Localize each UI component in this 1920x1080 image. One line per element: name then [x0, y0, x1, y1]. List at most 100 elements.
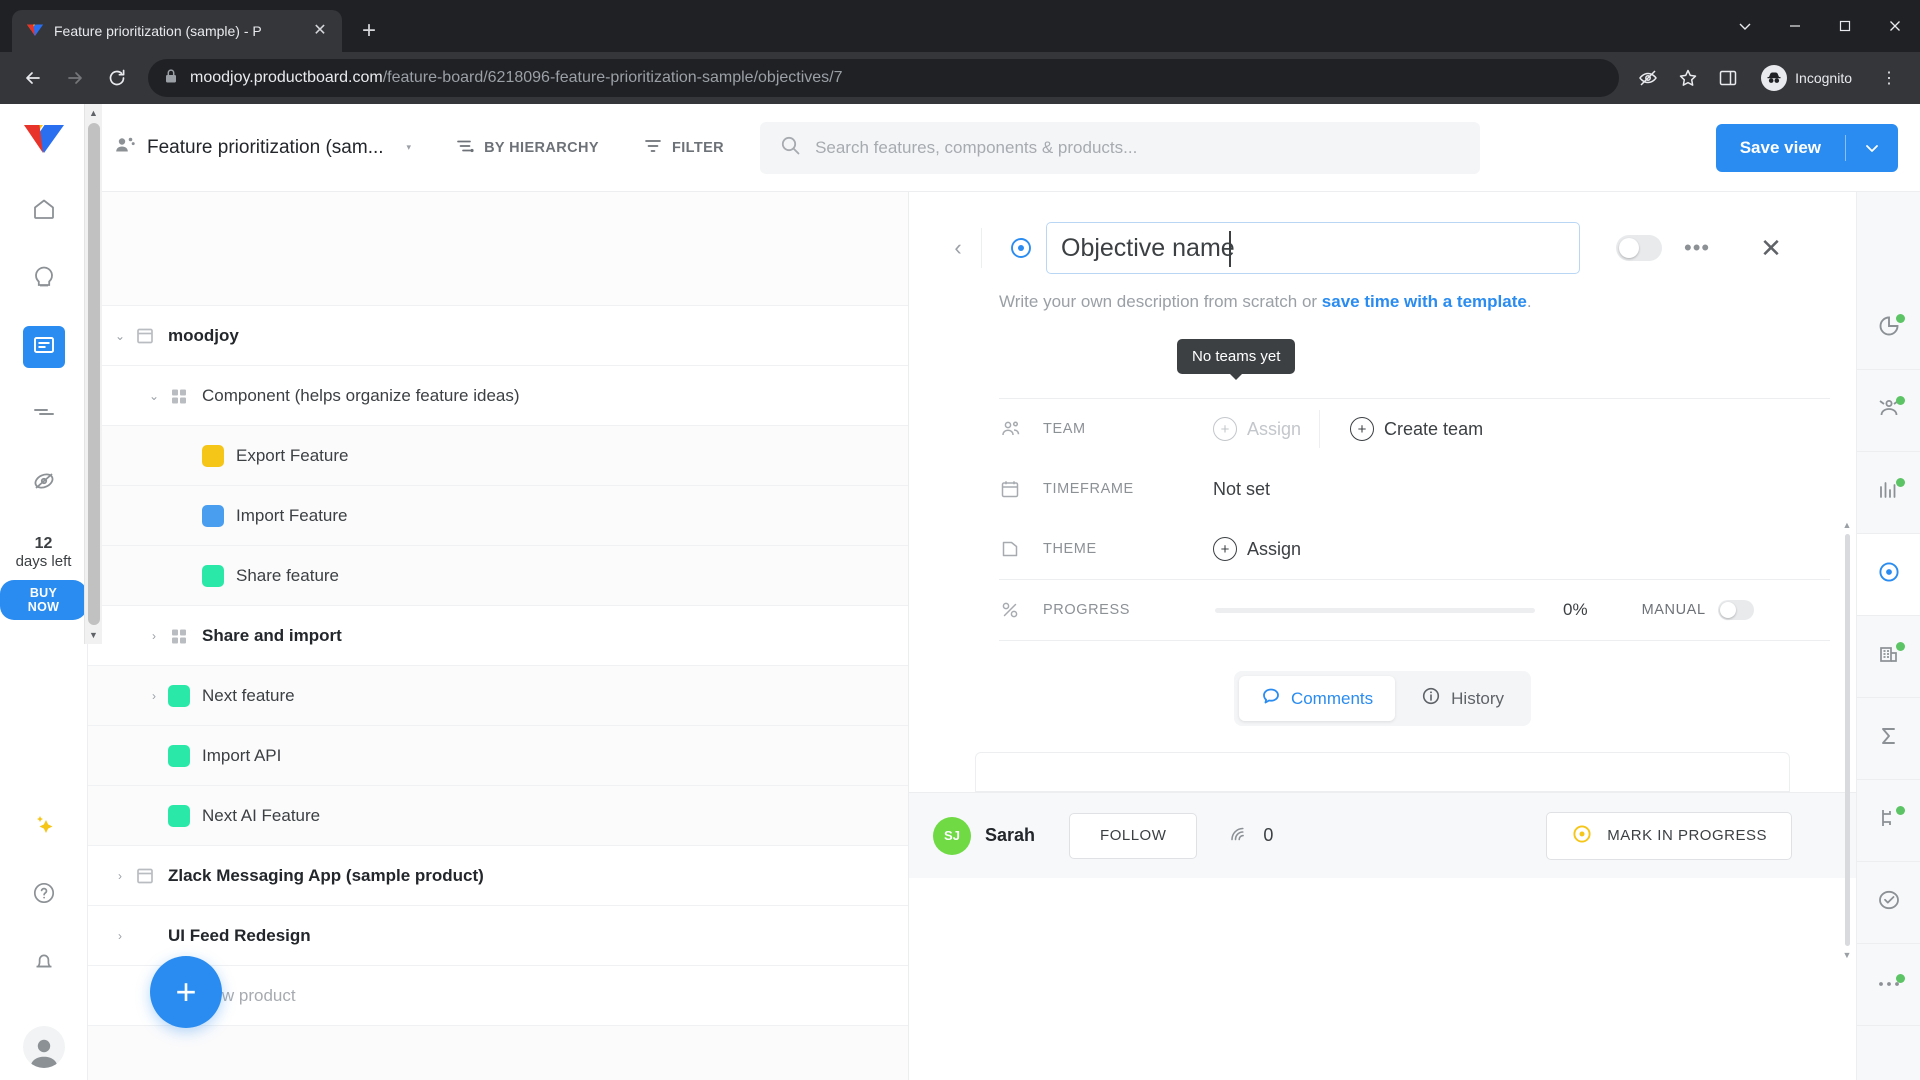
sidebar-item-notifications[interactable] [23, 942, 65, 984]
sidebar-item-ai[interactable] [23, 806, 65, 848]
productboard-logo[interactable] [23, 122, 65, 156]
sidebar-item-portal[interactable] [23, 462, 65, 504]
scroll-up-icon[interactable]: ▲ [1843, 518, 1852, 532]
column-companies[interactable] [1856, 616, 1920, 698]
new-tab-button[interactable]: + [352, 14, 386, 48]
features-board-icon [32, 333, 56, 362]
forward-button[interactable] [56, 59, 94, 97]
tree-row[interactable]: › Zlack Messaging App (sample product) [88, 846, 908, 906]
window-close-button[interactable] [1870, 0, 1920, 52]
column-dependencies[interactable] [1856, 780, 1920, 862]
reload-button[interactable] [98, 59, 136, 97]
back-button[interactable] [14, 59, 52, 97]
save-view-chevron-icon[interactable] [1846, 140, 1898, 156]
tab-close-icon[interactable]: ✕ [308, 19, 332, 43]
theme-assign-button[interactable]: + Assign [1213, 537, 1301, 561]
tree-row[interactable]: › Share and import [88, 606, 908, 666]
team-assign-button[interactable]: + Assign [1213, 417, 1301, 441]
scroll-down-icon[interactable]: ▼ [1843, 948, 1852, 962]
tree-row[interactable]: › UI Feed Redesign [88, 906, 908, 966]
scrollbar-thumb[interactable] [1844, 534, 1850, 946]
timeframe-value[interactable]: Not set [1213, 479, 1270, 500]
user-avatar[interactable] [22, 1026, 65, 1068]
buy-now-button[interactable]: BUY NOW [0, 580, 87, 621]
reach-indicator[interactable]: 0 [1229, 823, 1273, 848]
mark-in-progress-button[interactable]: MARK IN PROGRESS [1546, 811, 1792, 860]
tree-row[interactable]: › Next feature [88, 666, 908, 726]
tree-row-label: Share and import [202, 625, 342, 645]
by-hierarchy-button[interactable]: BY HIERARCHY [455, 136, 599, 160]
status-check-icon [1876, 887, 1902, 918]
incognito-profile-button[interactable]: Incognito [1755, 60, 1866, 96]
side-panel-icon[interactable] [1711, 61, 1745, 95]
left-rail-scrollbar[interactable]: ▲ ▼ [84, 104, 102, 644]
save-view-button[interactable]: Save view [1715, 123, 1898, 172]
third-party-cookies-blocked-icon[interactable] [1631, 61, 1665, 95]
manual-progress-toggle[interactable] [1717, 600, 1754, 620]
window-minimize-button[interactable] [1770, 0, 1820, 52]
column-status[interactable] [1856, 862, 1920, 944]
chrome-menu-icon[interactable]: ⋮ [1872, 61, 1906, 95]
chevron-right-icon[interactable]: › [106, 869, 134, 883]
follow-button[interactable]: FOLLOW [1069, 812, 1198, 859]
create-team-button[interactable]: + Create team [1350, 417, 1483, 441]
tree-row[interactable]: Import API [88, 726, 908, 786]
objective-visibility-toggle[interactable] [1616, 235, 1662, 261]
tree-row[interactable]: Export Feature [88, 426, 908, 486]
sidebar-item-insights[interactable] [23, 258, 65, 300]
search-input[interactable]: Search features, components & products..… [760, 121, 1481, 174]
tab-search-chevron-icon[interactable] [1720, 0, 1770, 52]
tree-row[interactable]: ⌄ Component (helps organize feature ideas… [88, 366, 908, 426]
browser-tab[interactable]: Feature prioritization (sample) - P ✕ [12, 10, 342, 52]
detail-scrollbar[interactable]: ▲ ▼ [1840, 518, 1854, 962]
back-arrow-icon[interactable]: ‹ [935, 235, 981, 261]
scrollbar-thumb[interactable] [87, 123, 100, 625]
sidebar-item-roadmap[interactable] [23, 394, 65, 436]
column-sum[interactable] [1856, 698, 1920, 780]
team-icon [999, 417, 1043, 441]
sidebar-item-help[interactable] [23, 874, 65, 916]
column-bar-chart[interactable] [1856, 452, 1920, 534]
column-objectives[interactable] [1856, 534, 1920, 616]
tree-row-label: Zlack Messaging App (sample product) [168, 865, 484, 885]
add-feature-fab[interactable]: + [150, 956, 222, 1028]
chevron-down-icon[interactable]: ▾ [407, 142, 412, 153]
chevron-down-icon[interactable]: ⌄ [140, 389, 168, 403]
sidebar-item-features[interactable] [22, 326, 65, 368]
sidebar-item-home[interactable] [23, 190, 65, 232]
column-users-chart[interactable] [1856, 370, 1920, 452]
progress-bar[interactable] [1215, 607, 1535, 613]
chevron-right-icon[interactable]: › [140, 689, 168, 703]
chevron-down-icon[interactable]: ⌄ [106, 329, 134, 343]
chevron-right-icon[interactable]: › [140, 629, 168, 643]
tree-row-label: Import Feature [236, 505, 348, 525]
objective-name-input[interactable]: Objective name [1046, 222, 1580, 274]
tree-row[interactable]: Import Feature [88, 486, 908, 546]
close-panel-icon[interactable]: ✕ [1760, 233, 1782, 264]
comment-input[interactable] [975, 752, 1790, 792]
status-badge [1895, 396, 1905, 405]
board-selector[interactable]: Feature prioritization (sam... ▾ [114, 134, 411, 161]
more-options-icon[interactable]: ••• [1684, 235, 1710, 261]
tab-comments[interactable]: Comments [1238, 676, 1396, 721]
home-icon [31, 196, 57, 227]
tab-history[interactable]: History [1399, 676, 1526, 721]
tree-row[interactable]: Share feature [88, 546, 908, 606]
chevron-right-icon[interactable]: › [106, 929, 134, 943]
window-maximize-button[interactable] [1820, 0, 1870, 52]
url-path: /feature-board/6218096-feature-prioritiz… [382, 69, 843, 86]
scroll-up-icon[interactable]: ▲ [89, 104, 98, 122]
address-bar[interactable]: moodjoy.productboard.com/feature-board/6… [148, 59, 1620, 97]
tree-row[interactable]: Next AI Feature [88, 786, 908, 846]
column-more[interactable] [1856, 944, 1920, 1026]
tree-row[interactable]: ⌄ moodjoy [88, 306, 908, 366]
feature-tree: ⌄ moodjoy ⌄ Component (helps organize featu… [88, 192, 908, 1080]
use-template-link[interactable]: save time with a template [1322, 292, 1527, 311]
column-donut-chart[interactable] [1856, 288, 1920, 370]
filter-button[interactable]: FILTER [643, 136, 724, 160]
bookmark-star-icon[interactable] [1671, 61, 1705, 95]
avatar[interactable]: SJ [933, 816, 971, 855]
scroll-down-icon[interactable]: ▼ [89, 626, 98, 644]
browser-tabstrip: Feature prioritization (sample) - P ✕ + [0, 0, 1920, 52]
save-view-label: Save view [1739, 137, 1821, 157]
